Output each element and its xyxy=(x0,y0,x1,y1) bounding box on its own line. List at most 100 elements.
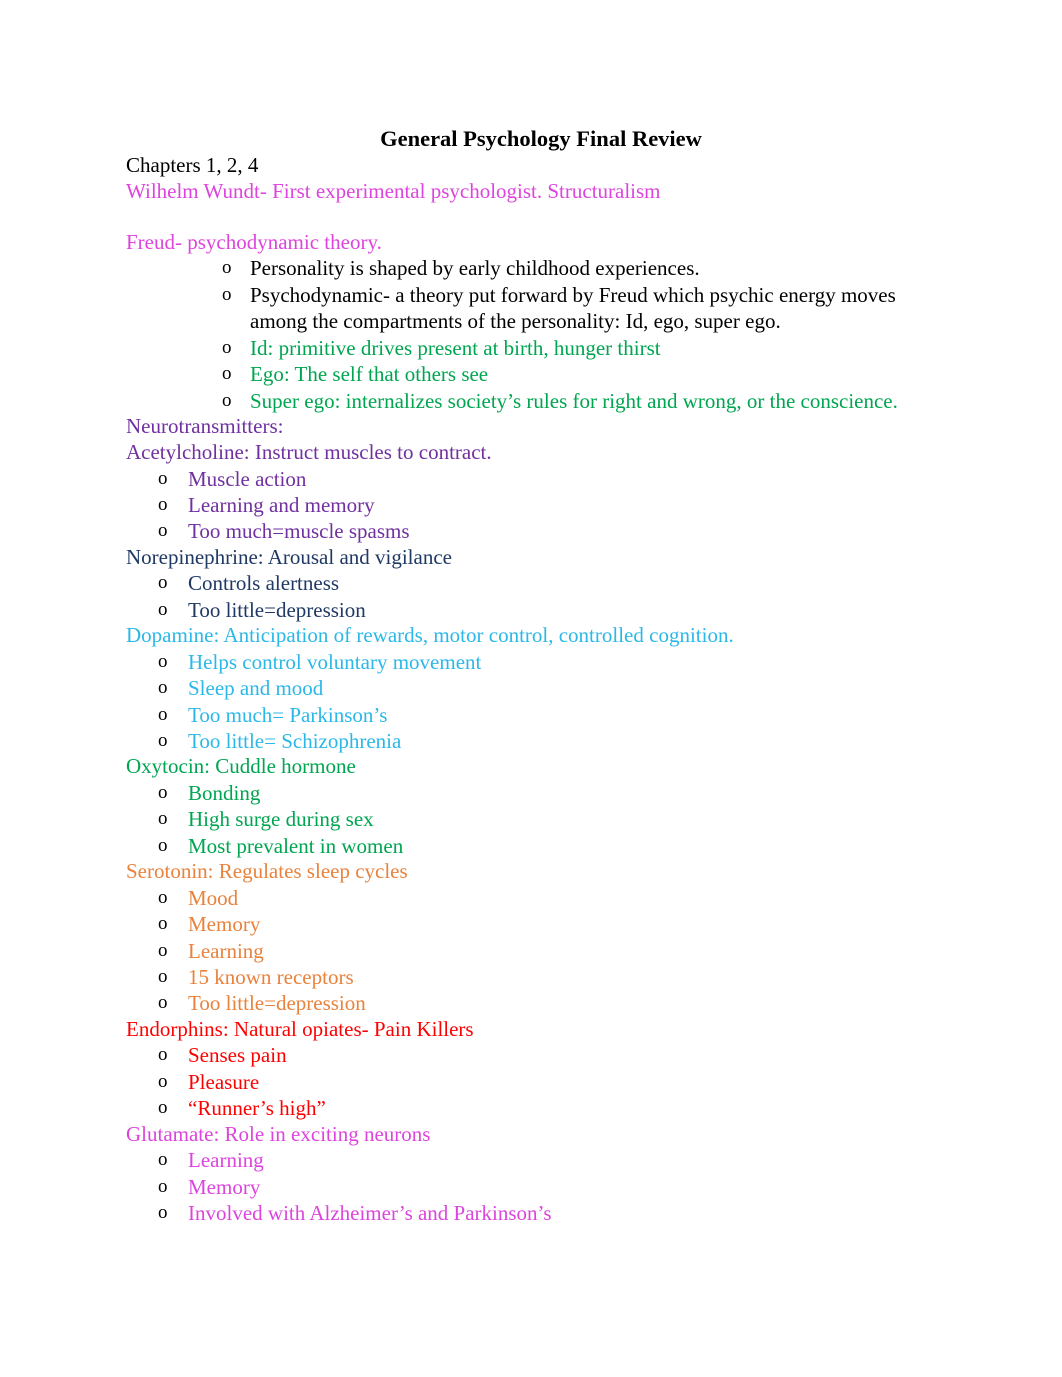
list-item: o Controls alertness xyxy=(126,570,942,596)
list-item-label: Helps control voluntary movement xyxy=(188,649,482,674)
freud-bullet-list: o Personality is shaped by early childho… xyxy=(126,255,942,414)
list-item-label: Most prevalent in women xyxy=(188,833,404,858)
list-item: o Senses pain xyxy=(126,1042,942,1068)
neurotransmitter-sections: Acetylcholine: Instruct muscles to contr… xyxy=(126,440,942,1227)
list-item: o High surge during sex xyxy=(126,806,942,832)
list-item-label: Too little=depression xyxy=(188,597,366,622)
list-item: o 15 known receptors xyxy=(126,964,942,990)
list-item: o Too little=depression xyxy=(126,990,942,1016)
list-item-label: Too little=depression xyxy=(188,991,366,1016)
list-item: o Id: primitive drives present at birth,… xyxy=(126,335,942,362)
bullet-glyph-icon: o xyxy=(158,1044,168,1066)
bullet-glyph-icon: o xyxy=(222,283,232,305)
section-bullet-list: o Helps control voluntary movement o Sleep … xyxy=(126,649,942,755)
list-item-label: “Runner’s high” xyxy=(188,1096,326,1121)
list-item: o Bonding xyxy=(126,780,942,806)
bullet-glyph-icon: o xyxy=(158,730,168,751)
list-item: o Too much= Parkinson’s xyxy=(126,702,942,728)
list-item: o Mood xyxy=(126,885,942,911)
list-item-label-continued: among the compartments of the personalit… xyxy=(250,309,781,334)
list-item-label: Controls alertness xyxy=(188,571,340,596)
bullet-glyph-icon: o xyxy=(158,520,168,542)
list-item-label: Too little= Schizophrenia xyxy=(188,729,402,753)
section-bullet-list: o Muscle action o Learning and memory o Too m… xyxy=(126,466,942,545)
bullet-glyph-icon: o xyxy=(158,703,168,725)
list-item: o Psychodynamic- a theory put forward by… xyxy=(126,282,942,335)
section-heading: Dopamine: Anticipation of rewards, motor… xyxy=(126,623,734,648)
bullet-glyph-icon: o xyxy=(158,834,168,856)
list-item-label: Mood xyxy=(188,885,239,910)
bullet-glyph-icon: o xyxy=(158,467,168,489)
list-item: o Pleasure xyxy=(126,1069,942,1095)
list-item-label: Involved with Alzheimer’s and Parkinson’… xyxy=(188,1201,552,1226)
bullet-glyph-icon: o xyxy=(158,650,168,672)
list-item: o Ego: The self that others see xyxy=(126,361,942,388)
list-item: o Most prevalent in women xyxy=(126,833,942,859)
bullet-glyph-icon: o xyxy=(222,363,232,385)
list-item: o Personality is shaped by early childho… xyxy=(126,255,942,282)
bullet-glyph-icon: o xyxy=(158,992,168,1014)
list-item: o Helps control voluntary movement xyxy=(126,649,942,675)
list-item-label: High surge during sex xyxy=(188,807,374,832)
document-content: General Psychology Final Review Chapters… xyxy=(126,124,942,1226)
list-item-label: Pleasure xyxy=(188,1069,260,1094)
bullet-glyph-icon: o xyxy=(158,1149,168,1171)
bullet-glyph-icon: o xyxy=(222,389,232,411)
bullet-glyph-icon: o xyxy=(158,1097,168,1119)
bullet-glyph-icon: o xyxy=(158,939,168,961)
list-item-label: Psychodynamic- a theory put forward by F… xyxy=(250,282,896,307)
section-bullet-list: o Bonding o High surge during sex o Most prev… xyxy=(126,780,942,859)
bullet-glyph-icon: o xyxy=(158,966,168,988)
list-item-label: Memory xyxy=(188,912,261,937)
neurotransmitters-heading: Neurotransmitters: xyxy=(126,414,284,439)
section-bullet-list: o Senses pain o Pleasure o “Runner’s high” xyxy=(126,1042,942,1121)
section-bullet-list: o Mood o Memory o Learning o 15 known receptors… xyxy=(126,885,942,1017)
bullet-glyph-icon: o xyxy=(158,782,168,803)
bullet-glyph-icon: o xyxy=(158,808,168,830)
list-item: o Memory xyxy=(126,1174,942,1200)
list-item: o Learning xyxy=(126,1147,942,1173)
section-heading: Endorphins: Natural opiates- Pain Killer… xyxy=(126,1016,474,1041)
list-item-label: Bonding xyxy=(188,781,261,805)
list-item-label: Too much=muscle spasms xyxy=(188,519,410,544)
chapters-line: Chapters 1, 2, 4 xyxy=(126,153,259,177)
list-item-label: Muscle action xyxy=(188,466,307,491)
bullet-glyph-icon: o xyxy=(158,572,168,594)
section-heading: Serotonin: Regulates sleep cycles xyxy=(126,859,408,884)
wundt-line: Wilhelm Wundt- First experimental psycho… xyxy=(126,178,661,203)
bullet-glyph-icon: o xyxy=(158,598,168,620)
list-item-label: Sleep and mood xyxy=(188,676,324,701)
list-item-label: Learning xyxy=(188,938,264,963)
list-item: o Too little= Schizophrenia xyxy=(126,728,942,754)
list-item: o Sleep and mood xyxy=(126,675,942,701)
list-item: o “Runner’s high” xyxy=(126,1095,942,1121)
list-item: o Super ego: internalizes society’s rule… xyxy=(126,388,942,415)
bullet-glyph-icon: o xyxy=(158,1070,168,1092)
list-item-label: Learning xyxy=(188,1148,264,1173)
list-item-label: 15 known receptors xyxy=(188,965,354,990)
list-item-label: Ego: The self that others see xyxy=(250,362,489,387)
freud-heading: Freud- psychodynamic theory. xyxy=(126,229,382,254)
list-item-label: Learning and memory xyxy=(188,492,375,517)
list-item: o Muscle action xyxy=(126,466,942,492)
list-item-label: Personality is shaped by early childhood… xyxy=(250,256,700,281)
list-item-label: Too much= Parkinson’s xyxy=(188,702,388,727)
section-heading: Glutamate: Role in exciting neurons xyxy=(126,1121,431,1146)
bullet-glyph-icon: o xyxy=(158,1175,168,1197)
section-heading: Acetylcholine: Instruct muscles to contr… xyxy=(126,439,492,464)
list-item-label: Id: primitive drives present at birth, h… xyxy=(250,335,661,360)
section-bullet-list: o Learning o Memory o Involved with Alzheimer… xyxy=(126,1147,942,1226)
list-item: o Too much=muscle spasms xyxy=(126,518,942,544)
list-item: o Learning and memory xyxy=(126,492,942,518)
list-item-label: Super ego: internalizes society’s rules … xyxy=(250,388,898,413)
section-bullet-list: o Controls alertness o Too little=depressio… xyxy=(126,570,942,623)
list-item: o Involved with Alzheimer’s and Parkinson… xyxy=(126,1200,942,1226)
bullet-glyph-icon: o xyxy=(158,913,168,935)
bullet-glyph-icon: o xyxy=(222,336,232,358)
bullet-glyph-icon: o xyxy=(222,257,232,279)
list-item-label: Memory xyxy=(188,1174,261,1199)
bullet-glyph-icon: o xyxy=(158,677,168,699)
section-heading: Oxytocin: Cuddle hormone xyxy=(126,754,356,779)
document-page: General Psychology Final Review Chapters… xyxy=(0,0,1062,1377)
